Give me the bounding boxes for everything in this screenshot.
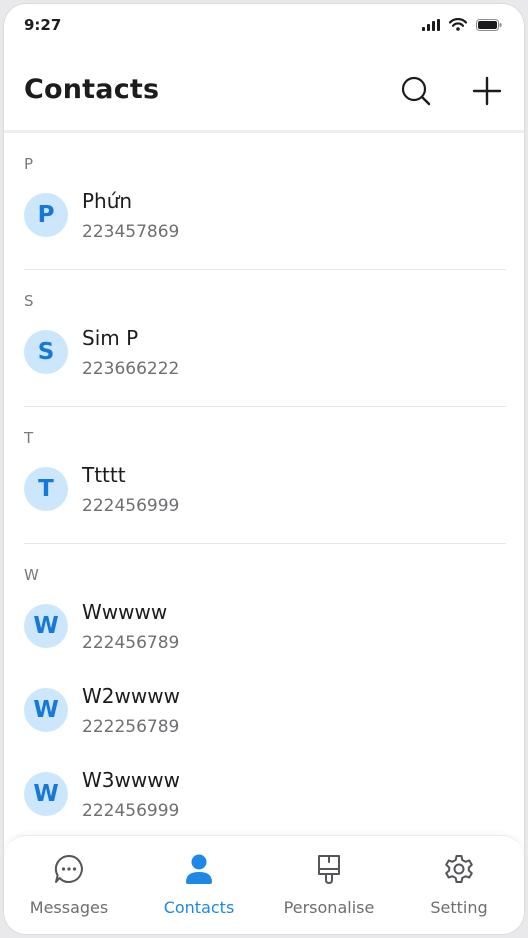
signal-icon bbox=[422, 16, 440, 35]
contact-name: W3wwww bbox=[82, 768, 180, 792]
tab-label: Setting bbox=[430, 898, 488, 917]
contact-phone: 222456999 bbox=[82, 801, 180, 821]
contact-row[interactable]: W Wwwww 222456789 bbox=[4, 592, 524, 676]
header: Contacts bbox=[4, 48, 524, 133]
person-icon bbox=[182, 852, 216, 886]
tab-label: Messages bbox=[29, 898, 109, 917]
avatar: W bbox=[24, 604, 68, 648]
section-header-s: S bbox=[24, 292, 34, 310]
brush-icon bbox=[312, 852, 346, 886]
contact-phone: 222456789 bbox=[82, 633, 180, 653]
contact-name: W2wwww bbox=[82, 684, 180, 708]
status-time: 9:27 bbox=[24, 16, 62, 34]
contact-phone: 223457869 bbox=[82, 222, 180, 242]
search-icon bbox=[401, 76, 431, 106]
contact-list[interactable]: P P Phứn 223457869 S S Sim P 223666222 T… bbox=[4, 133, 524, 835]
tab-messages[interactable]: Messages bbox=[4, 836, 134, 934]
tab-setting[interactable]: Setting bbox=[394, 836, 524, 934]
search-button[interactable] bbox=[399, 74, 433, 108]
tab-contacts[interactable]: Contacts bbox=[134, 836, 264, 934]
avatar: S bbox=[24, 330, 68, 374]
contact-row[interactable]: S Sim P 223666222 bbox=[4, 318, 524, 402]
section-header-w: W bbox=[24, 566, 39, 584]
tab-bar: Messages Contacts Personalise Setting bbox=[4, 835, 524, 934]
avatar: W bbox=[24, 688, 68, 732]
contact-name: Wwwww bbox=[82, 600, 168, 624]
contact-row[interactable]: W W2wwww 222256789 bbox=[4, 676, 524, 760]
status-bar: 9:27 bbox=[4, 4, 524, 48]
phone-screen: 9:27 Contacts P P Phứn 223457869 S S Sim… bbox=[4, 4, 524, 934]
section-header-t: T bbox=[24, 429, 34, 447]
contact-phone: 222456999 bbox=[82, 496, 180, 516]
contact-name: Phứn bbox=[82, 189, 133, 213]
page-title: Contacts bbox=[24, 74, 160, 105]
contact-phone: 222256789 bbox=[82, 717, 180, 737]
contact-name: Ttttt bbox=[82, 463, 126, 487]
avatar: T bbox=[24, 467, 68, 511]
tab-label: Personalise bbox=[283, 898, 375, 917]
contact-name: Sim P bbox=[82, 326, 139, 350]
tab-label: Contacts bbox=[163, 898, 235, 917]
status-icons bbox=[422, 16, 502, 35]
contact-row[interactable]: W W3wwww 222456999 bbox=[4, 760, 524, 835]
contact-phone: 223666222 bbox=[82, 359, 180, 379]
avatar: P bbox=[24, 193, 68, 237]
section-header-p: P bbox=[24, 155, 34, 173]
gear-icon bbox=[442, 852, 476, 886]
chat-bubble-icon bbox=[52, 852, 86, 886]
plus-icon bbox=[472, 76, 502, 106]
contact-row[interactable]: P Phứn 223457869 bbox=[4, 181, 524, 265]
battery-icon bbox=[476, 16, 502, 35]
avatar: W bbox=[24, 772, 68, 816]
contact-row[interactable]: T Ttttt 222456999 bbox=[4, 455, 524, 539]
add-contact-button[interactable] bbox=[470, 74, 504, 108]
wifi-icon bbox=[448, 16, 468, 35]
tab-personalise[interactable]: Personalise bbox=[264, 836, 394, 934]
